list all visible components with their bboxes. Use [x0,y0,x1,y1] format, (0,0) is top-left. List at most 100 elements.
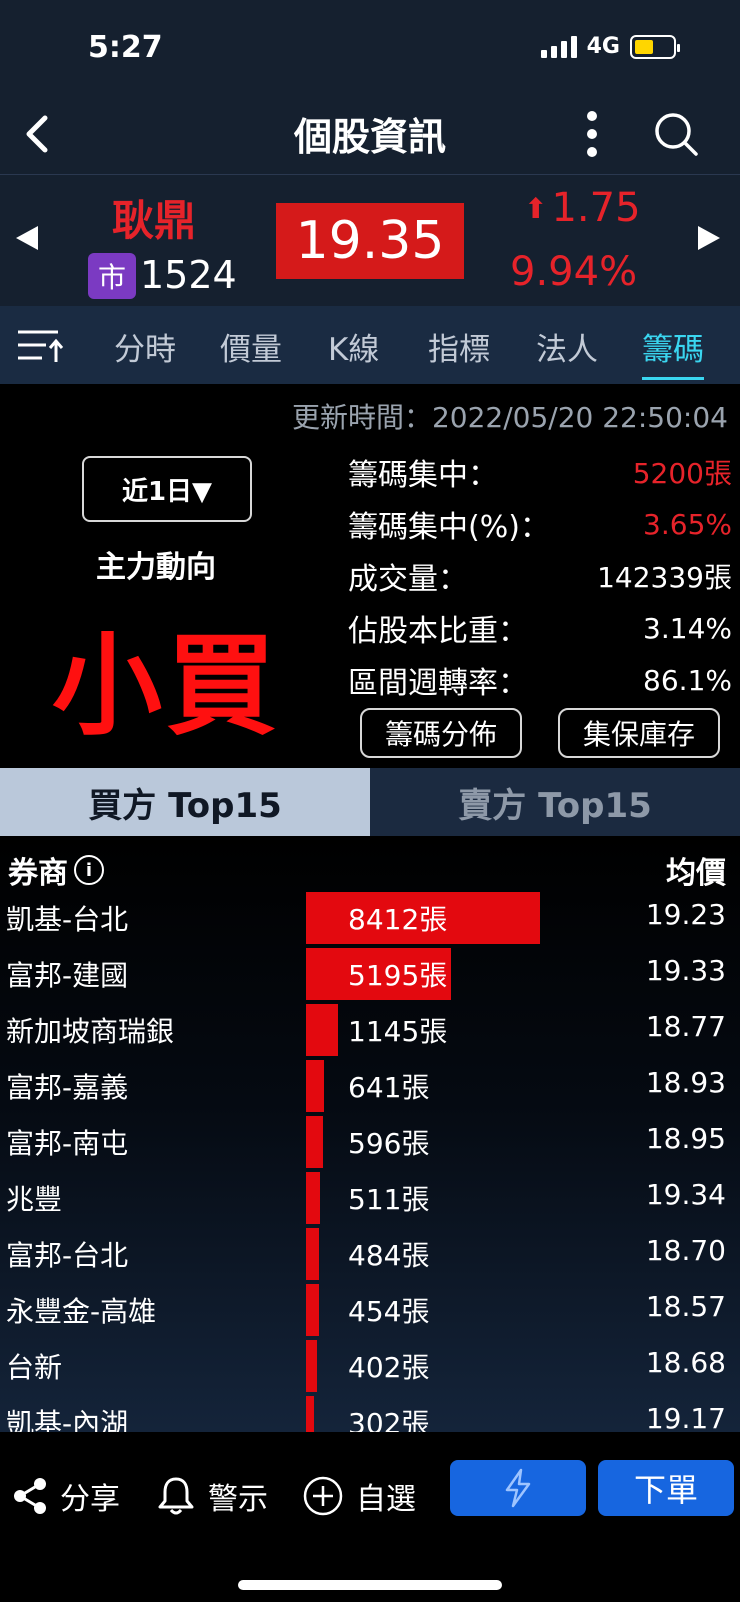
next-stock-button[interactable] [694,223,724,253]
broker-quantity: 302張 [348,1407,430,1432]
main-force-value: 小買 [52,622,280,750]
tdcc-inventory-button[interactable]: 集保庫存 [558,708,720,758]
metric-value: 3.14% [643,611,732,645]
broker-avg-price: 18.70 [645,1234,726,1267]
chip-metrics: 籌碼集中： 5200張 籌碼集中(%)： 3.65% 成交量： 142339張 … [348,446,732,706]
broker-name: 永豐金-高雄 [6,1295,157,1328]
broker-avg-price: 19.23 [645,898,726,931]
broker-avg-price: 19.34 [645,1178,726,1211]
table-row[interactable]: 富邦-嘉義 641張 18.93 [0,1056,740,1113]
status-indicators: 4G [540,34,680,59]
volume-bar [306,1172,320,1224]
status-time: 5:27 [88,30,163,65]
volume-bar [306,1284,319,1336]
table-row[interactable]: 永豐金-高雄 454張 18.57 [0,1280,740,1337]
metric-turnover: 區間週轉率： 86.1% [348,654,732,706]
broker-avg-price: 18.68 [645,1346,726,1379]
search-button[interactable] [648,106,704,162]
watchlist-button[interactable]: 自選 [302,1468,416,1524]
stock-header: 耿鼎 市 1524 19.35 ⬆ 1.75 9.94% [0,174,740,306]
broker-name: 富邦-台北 [6,1239,129,1272]
share-button[interactable]: 分享 [12,1468,120,1524]
broker-avg-price: 19.17 [645,1402,726,1432]
list-header: 券商 i 均價 [0,836,740,891]
broker-list[interactable]: 券商 i 均價 凱基-台北 8412張 19.23 富邦-建國 5195張 19.33 新加… [0,836,740,1432]
quick-order-button[interactable] [450,1460,586,1516]
broker-name: 富邦-南屯 [6,1127,129,1160]
broker-name: 凱基-台北 [6,903,129,936]
table-row[interactable]: 富邦-南屯 596張 18.95 [0,1112,740,1169]
avg-price-header: 均價 [666,856,726,891]
table-row[interactable]: 凱基-內湖 302張 19.17 [0,1392,740,1432]
info-icon[interactable]: i [74,855,104,885]
volume-bar [306,1228,319,1280]
table-row[interactable]: 兆豐 511張 19.34 [0,1168,740,1225]
alert-button[interactable]: 警示 [156,1468,268,1524]
broker-quantity: 1145張 [348,1015,448,1048]
side-tabs: 買方 Top15 賣方 Top15 [0,768,740,836]
lightning-icon [505,1468,531,1508]
update-time: 更新時間：2022/05/20 22:50:04 [291,401,728,434]
broker-quantity: 402張 [348,1351,430,1384]
broker-header: 券商 i [8,848,104,892]
tab-price-volume[interactable]: 價量 [220,324,282,380]
chip-distribution-button[interactable]: 籌碼分佈 [360,708,522,758]
tab-buy-top15[interactable]: 買方 Top15 [0,768,370,836]
tab-kline[interactable]: K線 [328,324,379,380]
metric-value: 5200張 [632,457,732,490]
place-order-button[interactable]: 下單 [598,1460,734,1516]
broker-quantity: 5195張 [348,959,448,992]
sort-menu-icon[interactable] [16,328,64,364]
network-type: 4G [586,34,620,59]
tab-institutional[interactable]: 法人 [536,324,598,380]
table-row[interactable]: 富邦-台北 484張 18.70 [0,1224,740,1281]
broker-name: 台新 [6,1351,63,1384]
volume-bar [306,1060,324,1112]
metric-label: 佔股本比重： [348,614,528,649]
table-row[interactable]: 凱基-台北 8412張 19.23 [0,888,740,945]
nav-bar: 個股資訊 [0,100,740,174]
volume-bar [306,1116,323,1168]
metric-concentration-percent: 籌碼集中(%)： 3.65% [348,498,732,550]
broker-name: 新加坡商瑞銀 [6,1015,175,1048]
plus-circle-icon [303,1476,343,1516]
tab-intraday[interactable]: 分時 [114,324,176,380]
broker-name: 凱基-內湖 [6,1407,129,1432]
broker-quantity: 596張 [348,1127,430,1160]
broker-quantity: 641張 [348,1071,430,1104]
table-row[interactable]: 新加坡商瑞銀 1145張 18.77 [0,1000,740,1057]
home-indicator[interactable] [238,1580,502,1590]
previous-stock-button[interactable] [12,223,42,253]
metric-label: 籌碼集中(%)： [348,510,550,545]
table-row[interactable]: 富邦-建國 5195張 19.33 [0,944,740,1001]
metric-value: 3.65% [643,507,732,541]
period-selector[interactable]: 近1日▼ [82,456,252,522]
metric-label: 區間週轉率： [348,666,528,701]
price-change-value: 1.75 [551,185,641,231]
tab-sell-top15[interactable]: 賣方 Top15 [370,768,740,836]
tab-indicators[interactable]: 指標 [428,324,490,380]
bell-icon [158,1477,194,1515]
volume-bar [306,1340,317,1392]
volume-bar [306,1004,338,1056]
metric-value: 142339張 [597,561,732,594]
alert-label: 警示 [208,1482,268,1517]
broker-avg-price: 18.57 [645,1290,726,1323]
tab-chips[interactable]: 籌碼 [642,324,704,380]
broker-avg-price: 18.93 [645,1066,726,1099]
metric-label: 籌碼集中： [348,458,498,493]
broker-quantity: 484張 [348,1239,430,1272]
signal-icon [540,35,577,58]
broker-name: 兆豐 [6,1183,63,1216]
broker-name: 富邦-建國 [6,959,129,992]
share-icon [14,1478,46,1514]
broker-header-label: 券商 [8,856,68,891]
stock-price: 19.35 [276,203,464,279]
table-row[interactable]: 台新 402張 18.68 [0,1336,740,1393]
market-badge: 市 [88,253,136,299]
metric-volume: 成交量： 142339張 [348,550,732,602]
more-button[interactable] [572,106,612,162]
bottom-action-bar: 分享 警示 自選 下單 [0,1432,740,1602]
broker-name: 富邦-嘉義 [6,1071,129,1104]
price-change: ⬆ 1.75 [524,185,641,231]
